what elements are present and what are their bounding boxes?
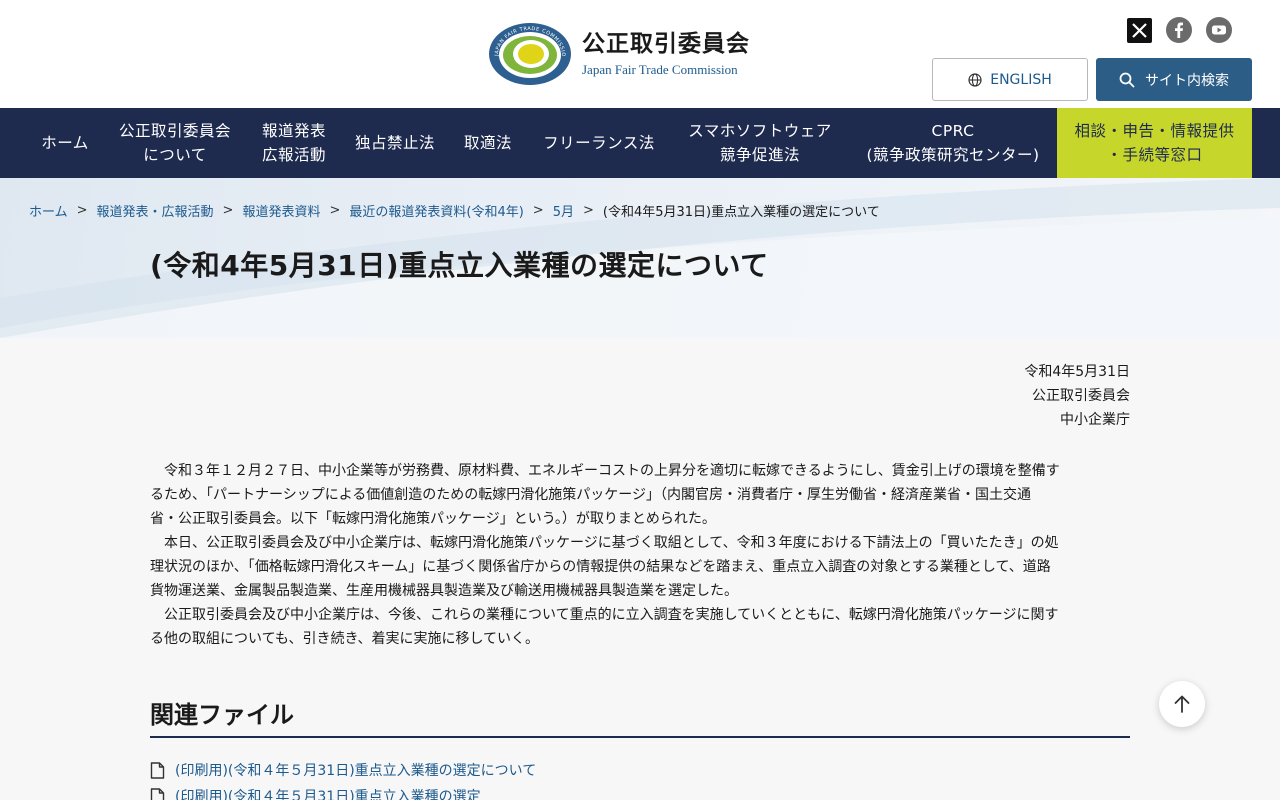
- breadcrumb-item-press[interactable]: 報道発表・広報活動: [97, 201, 214, 220]
- sns-links: [1126, 17, 1232, 43]
- nav-item-home[interactable]: ホーム: [24, 108, 106, 178]
- document-icon: [150, 787, 165, 800]
- breadcrumb-item-press-materials[interactable]: 報道発表資料: [242, 201, 320, 220]
- org-name-jp: 公正取引委員会: [582, 31, 750, 57]
- issuer-sme-agency: 中小企業庁: [1060, 412, 1130, 428]
- nav-item-antimonopoly[interactable]: 独占禁止法: [344, 108, 446, 178]
- facebook-icon[interactable]: [1166, 17, 1192, 43]
- global-nav: ホーム 公正取引委員会 について 報道発表 広報活動 独占禁止法 取適法 フリー…: [0, 108, 1280, 178]
- nav-item-freelance[interactable]: フリーランス法: [530, 108, 668, 178]
- site-search-button[interactable]: サイト内検索: [1096, 58, 1252, 101]
- related-file-link-1[interactable]: (印刷用)(令和４年５月31日)重点立入業種の選定について: [150, 760, 536, 780]
- issuer-jftc: 公正取引委員会: [1032, 388, 1130, 404]
- paragraph-3: 公正取引委員会及び中小企業庁は、今後、これらの業種について重点的に立入調査を実施…: [150, 607, 1059, 647]
- breadcrumb-current: (令和4年5月31日)重点立入業種の選定について: [602, 205, 880, 220]
- globe-icon: [968, 72, 982, 87]
- release-meta: 令和4年5月31日 公正取引委員会 中小企業庁: [1024, 360, 1130, 432]
- nav-item-consult[interactable]: 相談・申告・情報提供 ・手続等窓口: [1057, 108, 1252, 178]
- related-files-title: 関連ファイル: [150, 701, 294, 729]
- org-name-en: Japan Fair Trade Commission: [582, 62, 738, 77]
- site-header: JAPAN FAIR TRADE COMMISSION 公正取引委員会 Japa…: [0, 0, 1280, 108]
- back-to-top-button[interactable]: [1159, 681, 1205, 727]
- english-label: ENGLISH: [990, 71, 1052, 88]
- breadcrumb-item-home[interactable]: ホーム: [29, 201, 68, 220]
- site-logo[interactable]: JAPAN FAIR TRADE COMMISSION 公正取引委員会 Japa…: [488, 22, 750, 86]
- jftc-emblem-icon: JAPAN FAIR TRADE COMMISSION: [488, 22, 571, 85]
- english-button[interactable]: ENGLISH: [932, 58, 1088, 101]
- search-label: サイト内検索: [1145, 72, 1229, 89]
- nav-item-cprc[interactable]: CPRC (競争政策研究センター): [852, 108, 1054, 178]
- x-icon[interactable]: [1126, 17, 1152, 43]
- paragraph-1: 令和３年１２月２７日、中小企業等が労務費、原材料費、エネルギーコストの上昇分を適…: [150, 463, 1060, 527]
- page-title: (令和4年5月31日)重点立入業種の選定について: [150, 249, 769, 282]
- nav-item-smartphone[interactable]: スマホソフトウェア 競争促進法: [668, 108, 852, 178]
- breadcrumb: ホーム > 報道発表・広報活動 > 報道発表資料 > 最近の報道発表資料(令和4…: [29, 201, 880, 220]
- youtube-icon[interactable]: [1206, 17, 1232, 43]
- document-icon: [150, 761, 165, 779]
- page-hero: ホーム > 報道発表・広報活動 > 報道発表資料 > 最近の報道発表資料(令和4…: [0, 178, 1280, 338]
- nav-item-about[interactable]: 公正取引委員会 について: [106, 108, 244, 178]
- breadcrumb-item-may[interactable]: 5月: [553, 201, 574, 220]
- release-date: 令和4年5月31日: [1024, 364, 1130, 380]
- article-body: 令和３年１２月２７日、中小企業等が労務費、原材料費、エネルギーコストの上昇分を適…: [150, 459, 1130, 651]
- search-icon: [1119, 72, 1135, 87]
- related-file-link-2[interactable]: (印刷用)(令和４年５月31日)重点立入業種の選定: [150, 786, 481, 800]
- nav-item-torihiki[interactable]: 取適法: [446, 108, 530, 178]
- paragraph-2: 本日、公正取引委員会及び中小企業庁は、転嫁円滑化施策パッケージに基づく取組として…: [150, 535, 1059, 599]
- breadcrumb-item-recent-r4[interactable]: 最近の報道発表資料(令和4年): [349, 201, 523, 220]
- section-divider: [150, 736, 1130, 738]
- nav-item-press[interactable]: 報道発表 広報活動: [244, 108, 344, 178]
- arrow-up-icon: [1174, 695, 1190, 713]
